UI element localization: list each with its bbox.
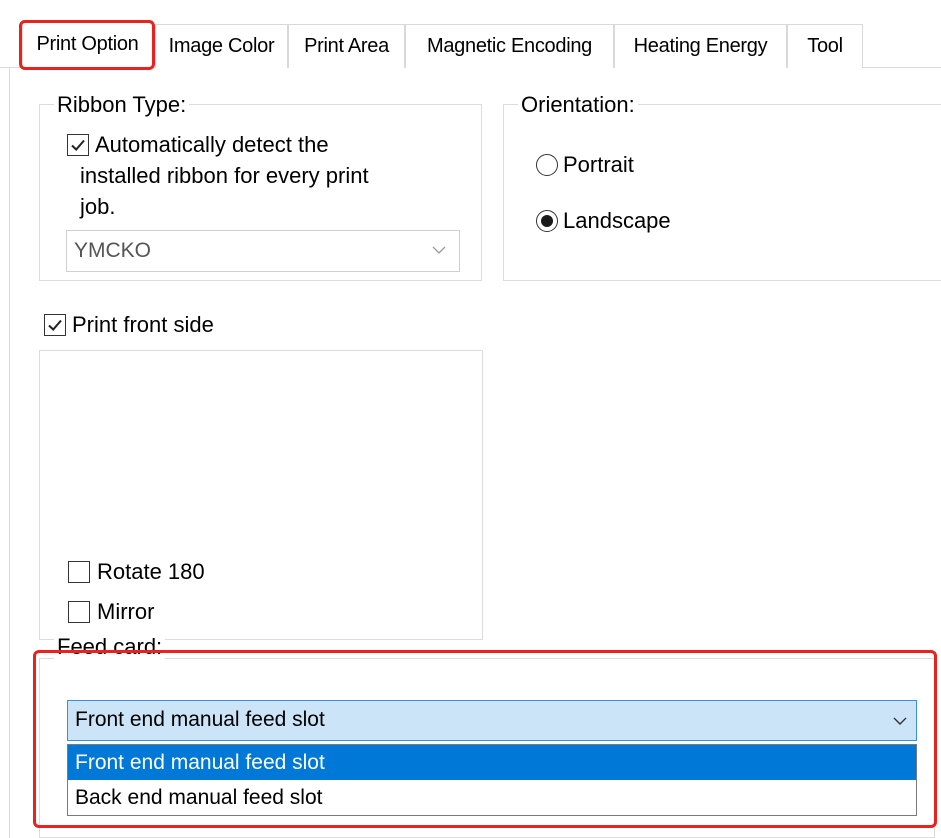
print-front-checkbox[interactable] — [44, 314, 66, 336]
tab-heating-energy[interactable]: Heating Energy — [614, 24, 787, 68]
tab-magnetic-encoding[interactable]: Magnetic Encoding — [405, 24, 614, 68]
rotate-180-checkbox[interactable] — [68, 561, 90, 583]
feed-card-value: Front end manual feed slot — [75, 708, 325, 731]
radio-selected-dot — [541, 215, 553, 227]
print-front-group — [39, 350, 483, 640]
feed-card-dropdown-list: Front end manual feed slot Back end manu… — [67, 744, 917, 816]
portrait-radio[interactable] — [536, 154, 558, 176]
tab-print-area[interactable]: Print Area — [288, 24, 405, 68]
orientation-group — [503, 104, 941, 281]
auto-detect-label-line1: Automatically detect the — [95, 132, 329, 157]
orientation-legend: Orientation: — [518, 93, 638, 117]
chevron-down-icon — [893, 717, 907, 725]
feed-option-front[interactable]: Front end manual feed slot — [68, 745, 916, 780]
checkmark-icon — [71, 139, 85, 151]
tab-tool[interactable]: Tool — [787, 24, 863, 68]
ribbon-type-legend: Ribbon Type: — [54, 93, 190, 117]
chevron-down-icon — [432, 246, 446, 254]
mirror-label: Mirror — [97, 599, 155, 624]
auto-detect-label-line2: installed ribbon for every print — [80, 163, 369, 188]
auto-detect-label-line3: job. — [80, 194, 116, 219]
tab-print-option[interactable]: Print Option — [22, 20, 153, 68]
landscape-radio[interactable] — [536, 210, 558, 232]
landscape-label: Landscape — [563, 208, 671, 233]
auto-detect-checkbox[interactable] — [67, 134, 89, 156]
feed-card-select[interactable]: Front end manual feed slot — [67, 700, 917, 741]
portrait-label: Portrait — [563, 152, 634, 177]
print-front-label: Print front side — [72, 312, 214, 337]
checkmark-icon — [48, 319, 62, 331]
tab-image-color[interactable]: Image Color — [155, 24, 288, 68]
rotate-180-label: Rotate 180 — [97, 559, 205, 584]
feed-option-back[interactable]: Back end manual feed slot — [68, 780, 916, 815]
feed-card-legend: Feed card: — [54, 635, 166, 659]
page-border — [9, 67, 10, 838]
ribbon-type-select[interactable]: YMCKO — [66, 230, 460, 272]
mirror-checkbox[interactable] — [68, 601, 90, 623]
ribbon-type-value: YMCKO — [74, 239, 152, 262]
